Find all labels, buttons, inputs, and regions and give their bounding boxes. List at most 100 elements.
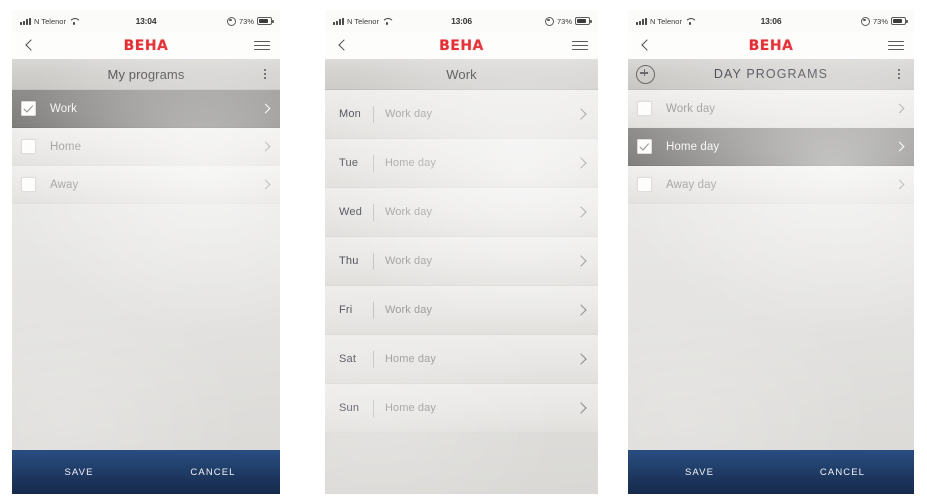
day-label: Fri [339,304,353,316]
battery-percent-label: 73% [238,16,254,26]
status-bar: N Telenor 13:06 73% [325,10,598,32]
brand-header: BEHA [325,32,598,59]
day-program-value: Work day [385,255,433,267]
brand-header: BEHA [628,32,914,59]
chevron-right-icon [895,142,904,151]
rotation-lock-icon [226,16,236,26]
brand-header: BEHA [12,32,280,59]
table-row[interactable]: Tue Home day [325,139,598,188]
save-button[interactable]: SAVE [12,467,146,478]
row-divider [373,399,374,417]
row-divider [373,252,374,270]
table-row[interactable]: Thu Work day [325,237,598,286]
battery-icon [257,17,274,25]
checkbox-icon[interactable] [21,139,36,154]
status-bar-right: 73% [146,16,274,26]
list-item[interactable]: Away day [628,166,914,204]
status-bar-right: 73% [771,16,908,26]
chevron-right-icon [576,354,586,364]
row-divider [373,154,374,172]
day-program-value: Work day [385,206,433,218]
hamburger-menu-icon[interactable] [254,40,270,51]
rotation-lock-icon [860,16,870,26]
table-row[interactable]: Fri Work day [325,286,598,335]
page-title: Work [446,66,477,82]
list-item[interactable]: Home [12,128,280,166]
table-row[interactable]: Sun Home day [325,384,598,433]
day-program-value: Home day [385,353,436,365]
day-label: Sat [339,353,357,365]
table-row[interactable]: Mon Work day [325,90,598,139]
rotation-lock-icon [544,16,554,26]
phone-screen-work-week: N Telenor 13:06 73% BEHA Work Mon Work d… [325,10,598,494]
checkbox-icon[interactable] [21,101,36,116]
phone-screen-my-programs: N Telenor 13:04 73% BEHA My programs Wor… [12,10,280,494]
checkbox-icon[interactable] [637,101,652,116]
day-label: Wed [339,206,363,218]
list-item[interactable]: Work [12,90,280,128]
day-schedule-list: Mon Work day Tue Home day Wed Work day T… [325,90,598,433]
day-label: Sun [339,402,360,414]
day-program-value: Home day [385,157,436,169]
brand-logo: BEHA [123,37,169,54]
list-item-label: Home [50,140,82,153]
save-button[interactable]: SAVE [628,467,771,478]
list-item-label: Away [50,178,79,191]
status-bar-right: 73% [462,16,592,26]
chevron-right-icon [576,403,586,413]
table-row[interactable]: Sat Home day [325,335,598,384]
row-divider [373,350,374,368]
hamburger-menu-icon[interactable] [888,40,904,51]
kebab-menu-icon[interactable] [258,68,272,80]
hamburger-menu-icon[interactable] [572,40,588,51]
chevron-right-icon [895,180,904,189]
day-program-value: Home day [385,402,436,414]
status-bar: N Telenor 13:04 73% [12,10,280,32]
day-program-list: Work day Home day Away day [628,90,914,204]
chevron-right-icon [576,109,586,119]
battery-icon [575,17,592,25]
chevron-right-icon [576,256,586,266]
chevron-right-icon [576,305,586,315]
list-item[interactable]: Away [12,166,280,204]
checkbox-icon[interactable] [637,177,652,192]
row-divider [373,301,374,319]
list-item[interactable]: Home day [628,128,914,166]
day-program-value: Work day [385,108,433,120]
checkbox-icon[interactable] [637,139,652,154]
cancel-button[interactable]: CANCEL [771,467,914,478]
section-title-bar: DAY PROGRAMS [628,59,914,90]
brand-logo: BEHA [439,37,484,54]
chevron-right-icon [261,180,270,189]
list-item[interactable]: Work day [628,90,914,128]
page-title: DAY PROGRAMS [713,67,829,81]
chevron-right-icon [576,158,586,168]
list-item-label: Work day [666,102,716,115]
checkbox-icon[interactable] [21,177,36,192]
program-list: Work Home Away [12,90,280,204]
cancel-button[interactable]: CANCEL [146,467,280,478]
list-item-label: Work [50,102,78,115]
chevron-right-icon [261,104,270,113]
day-label: Mon [339,108,361,120]
chevron-right-icon [895,104,904,113]
screenshot-stage: N Telenor 13:04 73% BEHA My programs Wor… [0,0,927,504]
day-label: Thu [339,255,359,267]
page-title: My programs [107,66,185,82]
section-title-bar: Work [325,59,598,90]
battery-icon [891,17,908,25]
list-item-label: Away day [666,178,717,191]
battery-percent-label: 73% [556,16,572,26]
kebab-menu-icon[interactable] [892,68,906,80]
phone-screen-day-programs: N Telenor 13:06 73% BEHA DAY PROGRAMS Wo… [628,10,914,494]
chevron-right-icon [576,207,586,217]
row-divider [373,105,374,123]
brand-logo: BEHA [748,37,794,54]
action-bar: SAVE CANCEL [628,450,914,494]
table-row[interactable]: Wed Work day [325,188,598,237]
list-item-label: Home day [666,140,720,153]
action-bar: SAVE CANCEL [12,450,280,494]
battery-percent-label: 73% [872,16,888,26]
day-label: Tue [339,157,359,169]
status-bar: N Telenor 13:06 73% [628,10,914,32]
